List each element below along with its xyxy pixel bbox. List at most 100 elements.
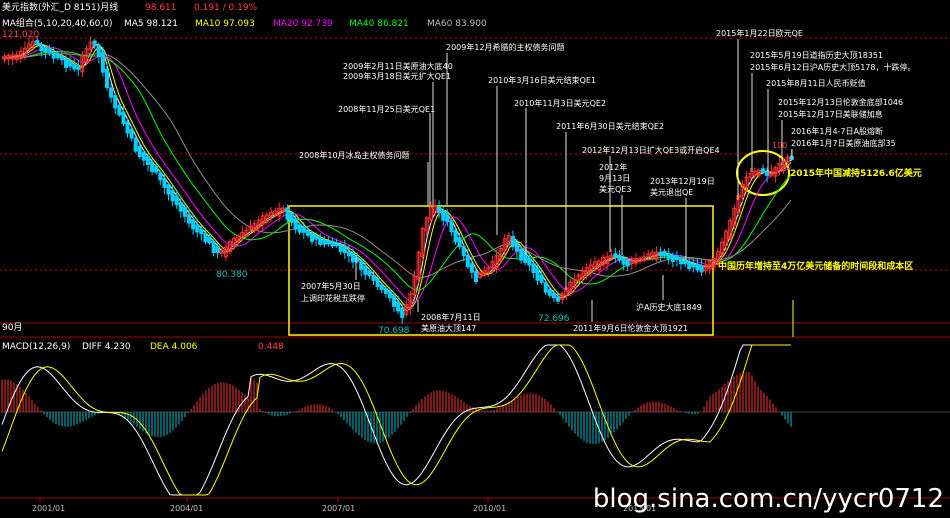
candle-body [322,239,327,245]
candle-body [289,213,294,223]
candle-body [547,289,552,296]
candle-body [379,284,384,291]
x-label-2004: 2004/01 [170,504,204,513]
label-recent-100: 100 [772,141,788,150]
candle-body [47,48,52,54]
candle-body [543,282,548,293]
annotation-qe3-label: 美元QE3 [599,185,632,194]
candle-body [326,240,331,245]
macd-diff: DIFF 4.230 [82,342,131,352]
annotation-qe4: 2012年12月13日扩大QE3或开启QE4 [582,146,720,155]
annotation-qe1-end: 2010年3月16日美元结束QE1 [488,76,597,85]
candle-body [105,69,109,88]
annotation-china-accumulate: 中国历年增持至4万亿美元储备的时间段和成本区 [718,262,914,272]
candle-body [35,40,40,45]
candle-body [551,292,556,299]
x-label-2001: 2001/01 [32,504,66,513]
annotation-stamp-duty: 上调印花税五跌停 [301,294,365,303]
candle-body [92,40,97,47]
candle-body [621,257,626,265]
candle-body [679,257,683,265]
candle-body [539,274,544,283]
annotation-circuit-breaker: 2016年1月4-7日A股熔断 [791,127,883,136]
candle-body [310,233,314,242]
annotation-dow-top: 2015年5月19日道指历史大顶18351 [750,51,884,60]
candle-body [469,263,474,273]
annotation-euro-qe: 2015年1月22日欧元QE [716,29,803,38]
candle-body [445,213,450,222]
annotation-fed-hike: 2015年12月17日美联储加息 [778,110,883,119]
label-low-80: 80.380 [216,270,248,280]
candle-body [178,202,183,212]
candle-body [556,296,560,302]
candle-body [510,236,515,248]
candle-body [437,206,442,214]
annotation-china-reduce: 2015年中国减持5126.6亿美元 [790,169,922,179]
ma60-line [2,53,792,278]
candle-body [141,151,146,161]
candle-body [182,207,187,217]
candle-body [72,64,77,70]
candle-body [154,166,159,173]
candle-body [392,295,396,307]
candle-body [662,250,667,257]
candle-body [334,242,339,247]
annotation-gold-top: 2011年9月6日伦敦金大顶1921 [573,324,688,333]
label-low-70: 70.698 [378,326,410,336]
candle-body [170,190,175,202]
candle-body [133,137,138,152]
stock-chart-app: 美元指数(外汇_D 8151)月线 98.611 0.191 / 0.19% M… [0,0,950,518]
candle-body [158,172,163,181]
candle-body [166,184,171,195]
annotation-taper-date: 2013年12月19日 [650,177,715,186]
candle-body [301,227,306,233]
annotation-qe3-year: 2012年 [599,163,628,172]
annotation-taper-label: 美元退出QE [650,188,694,197]
candle-body [76,65,81,70]
candle-body [441,210,446,221]
annotation-qe1-start: 2008年11月25日美元QE1 [338,105,436,114]
candle-body [121,111,126,125]
candle-body [363,265,368,275]
candle-body [51,51,56,59]
candle-body [519,248,524,261]
candle-body [211,241,216,253]
candle-body [613,253,618,258]
period-label: 90月 [2,323,23,333]
candle-body [162,178,167,188]
annotation-oil-top-date: 2008年7月11日 [421,313,481,322]
candle-body [207,236,212,244]
candle-body [683,260,688,265]
macd-dea-line [1,344,791,496]
candle-body [55,54,60,59]
candle-body [383,288,388,294]
candle-body [137,145,142,158]
price-chart-canvas[interactable] [0,0,950,518]
candle-body [215,245,220,254]
candle-body [396,301,401,312]
candle-body [59,56,64,61]
annotation-qe3-date: 9月13日 [599,174,631,183]
x-label-2007: 2007/01 [322,504,356,513]
candle-body [387,291,392,299]
candle-body [146,156,150,165]
candle-body [371,274,376,281]
candle-body [330,240,335,247]
candle-body [117,105,122,116]
candle-body [199,228,204,234]
annotation-qe1-expand: 2009年3月18日美元扩大QE1 [343,72,452,81]
candle-body [305,229,310,236]
candle-body [297,224,302,233]
candle-body [474,270,478,283]
candle-body [195,224,200,233]
annotation-gold-bottom: 2015年12月13日伦敦金底部1046 [778,98,904,107]
candle-body [400,307,405,319]
candle-body [375,278,380,287]
candle-body [670,254,675,263]
candle-body [314,235,319,240]
candle-body [453,230,458,243]
annotation-oil-bottom-35: 2016年1月7日美原油底部35 [791,139,896,148]
candle-body [150,161,155,172]
candle-body [457,237,462,247]
x-label-2010: 2010/01 [473,504,507,513]
